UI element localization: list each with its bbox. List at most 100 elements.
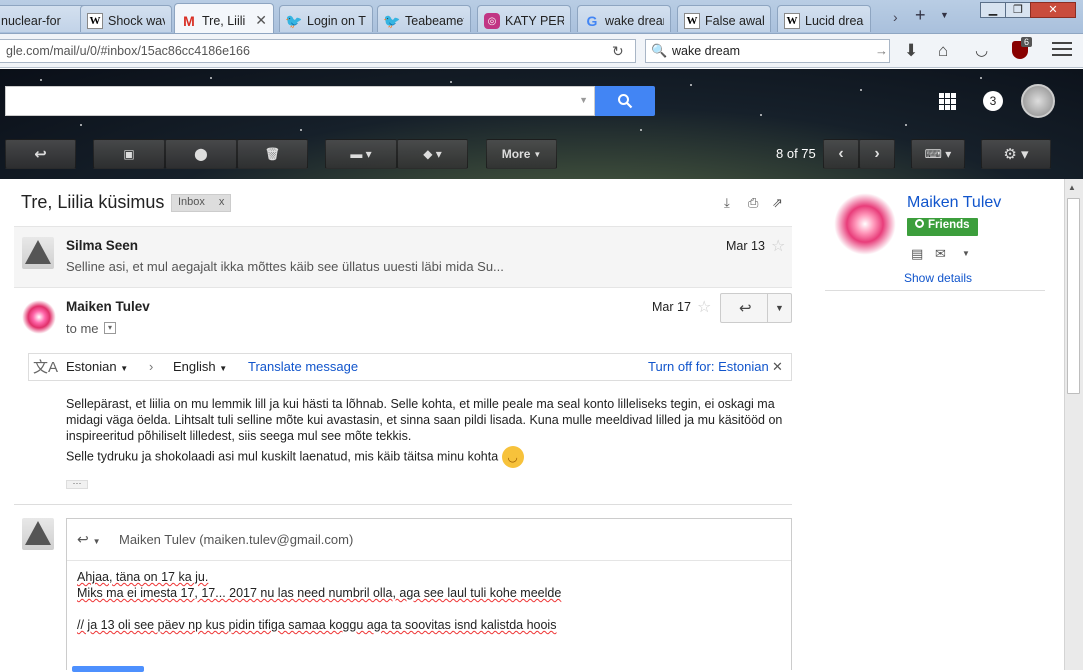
search-magnifier-icon: 🔍 (651, 43, 668, 58)
wikipedia-icon: W (784, 13, 800, 29)
reload-icon[interactable]: ↻ (612, 43, 624, 60)
print-icon[interactable]: ⎙ (748, 195, 758, 211)
move-to-button[interactable]: ▬ ▾ (325, 139, 397, 169)
browser-tab-7[interactable]: G wake dream (577, 5, 671, 32)
reply-arrow-icon: ↩ (739, 300, 752, 317)
close-icon[interactable]: ✕ (772, 359, 783, 375)
close-window-icon[interactable]: ✕ (1030, 2, 1076, 18)
input-tools-button[interactable]: ⌨ ▾ (911, 139, 965, 169)
labels-button[interactable]: ◆ ▾ (397, 139, 468, 169)
twitter-icon: 🐦 (383, 12, 401, 29)
sender-avatar (22, 237, 54, 269)
chevron-down-icon: ▼ (219, 364, 228, 373)
show-details-link[interactable]: Show details (904, 271, 972, 285)
browser-tab-6[interactable]: ◎ KATY PERR (477, 5, 571, 32)
search-icon (618, 94, 633, 109)
browser-tab-3-active[interactable]: M Tre, Liili ✕ (174, 3, 274, 33)
tab-title: Shock wave (108, 14, 165, 28)
gmail-search-input[interactable]: ▼ (5, 86, 595, 116)
chevron-down-icon[interactable]: ▼ (962, 249, 970, 258)
arrow-back-icon: ↩ (34, 146, 47, 163)
notification-count-badge[interactable]: 3 (983, 91, 1003, 111)
instagram-icon: ◎ (484, 13, 500, 29)
show-details-chevron-down-icon[interactable]: ▾ (104, 322, 116, 334)
url-bar[interactable]: gle.com/mail/u/0/#inbox/15ac86cc4186e166 (0, 39, 636, 63)
expand-all-icon[interactable]: ⤓ (724, 195, 730, 211)
message-date: Mar 17 (652, 300, 691, 314)
browser-tab-8[interactable]: W False awak (677, 5, 771, 32)
restore-window-icon[interactable]: ❐ (1005, 2, 1031, 18)
body-paragraph: Sellepärast, et liilia on mu lemmik lill… (66, 397, 783, 443)
reply-compose-box[interactable]: ↩ ▼ Maiken Tulev (maiken.tulev@gmail.com… (66, 518, 792, 670)
more-actions-chevron-down-icon[interactable]: ▼ (767, 294, 791, 322)
chevron-down-icon: ▼ (533, 149, 542, 159)
back-to-inbox-button[interactable]: ↩ (5, 139, 76, 169)
show-trimmed-content-button[interactable]: ··· (66, 479, 88, 489)
browser-search-input[interactable]: wake dream (645, 39, 890, 63)
list-tabs-chevron-down-icon[interactable]: ▼ (940, 10, 949, 20)
translate-icon: 文A (33, 359, 59, 376)
new-tab-plus-icon[interactable]: + (915, 5, 926, 26)
scrollbar-thumb[interactable] (1067, 198, 1080, 394)
account-avatar[interactable] (1021, 84, 1055, 118)
google-icon: G (586, 13, 598, 29)
body-line: Selle tydruku ja shokolaadi asi mul kusk… (66, 449, 499, 464)
chevron-right-icon: › (874, 145, 880, 162)
email-envelope-icon[interactable]: ✉ (935, 246, 946, 262)
reply-type-arrow-icon[interactable]: ↩ ▼ (77, 531, 101, 548)
pocket-icon[interactable]: ◡ (975, 41, 988, 59)
browser-tab-4[interactable]: 🐦 Login on T (279, 5, 373, 32)
turn-off-translation-link[interactable]: Turn off for: Estonian (648, 359, 769, 374)
contact-name[interactable]: Maiken Tulev (907, 194, 1001, 212)
source-language-select[interactable]: Estonian ▼ (66, 359, 128, 374)
downloads-arrow-icon[interactable]: ⬇ (904, 41, 918, 61)
send-button[interactable] (72, 666, 144, 672)
compose-body-textarea[interactable]: Ahjaa, täna on 17 ka ju. Miks ma ei imes… (77, 569, 561, 633)
browser-tab-2[interactable]: W Shock wave (80, 5, 172, 32)
thread-subject: Tre, Liilia küsimus (21, 192, 165, 212)
more-button[interactable]: More ▼ (486, 139, 557, 169)
tab-title: False awak (705, 14, 764, 28)
new-window-icon[interactable]: ⇗ (772, 195, 783, 211)
more-button-label: More (501, 147, 531, 161)
browser-tab-9[interactable]: W Lucid drear (777, 5, 871, 32)
tab-title: Lucid drear (805, 14, 864, 28)
delete-button[interactable]: 🗑 (237, 139, 308, 169)
contact-card-icon[interactable]: ▤ (911, 246, 923, 262)
sender-name: Silma Seen (66, 238, 139, 253)
message-collapsed[interactable] (14, 226, 792, 288)
chevron-down-icon: ▼ (120, 364, 129, 373)
search-options-chevron-down-icon[interactable]: ▼ (579, 95, 588, 105)
minimize-window-icon[interactable]: ▁ (980, 2, 1006, 18)
inbox-label-text: Inbox (178, 196, 205, 208)
wikipedia-icon: W (684, 13, 700, 29)
remove-label-x[interactable]: x (219, 196, 225, 210)
tab-title: wake dream (605, 14, 664, 28)
translate-message-link[interactable]: Translate message (248, 359, 358, 374)
scroll-up-icon[interactable]: ▲ (1068, 183, 1076, 192)
apps-grid-icon[interactable] (939, 93, 956, 110)
circle-icon (915, 219, 924, 228)
translate-bar: 文A Estonian ▼ › English ▼ Translate mess… (28, 353, 792, 381)
older-button[interactable]: › (859, 139, 895, 169)
circle-badge-friends[interactable]: Friends (907, 218, 978, 236)
gmail-icon: M (183, 12, 195, 29)
compose-recipient[interactable]: Maiken Tulev (maiken.tulev@gmail.com) (119, 532, 353, 547)
menu-hamburger-icon[interactable] (1052, 42, 1072, 60)
gmail-search-button[interactable] (595, 86, 655, 116)
report-spam-button[interactable]: ⬤ (165, 139, 237, 169)
archive-button[interactable]: ▣ (93, 139, 165, 169)
sender-name: Maiken Tulev (66, 299, 150, 314)
home-icon[interactable]: ⌂ (938, 41, 948, 61)
scroll-tabs-right-icon[interactable]: › (893, 9, 898, 25)
settings-button[interactable]: ⚙ ▾ (981, 139, 1051, 169)
star-icon[interactable]: ☆ (697, 297, 711, 317)
newer-button[interactable]: ‹ (823, 139, 859, 169)
close-tab-icon[interactable]: ✕ (255, 12, 267, 29)
addon-badge: 6 (1021, 37, 1033, 47)
target-language-select[interactable]: English ▼ (173, 359, 227, 374)
search-go-arrow-icon[interactable]: → (875, 43, 888, 58)
browser-tab-5[interactable]: 🐦 Teabeamet (377, 5, 471, 32)
star-icon[interactable]: ☆ (771, 236, 785, 256)
reply-button[interactable]: ↩ ▼ (720, 293, 792, 323)
